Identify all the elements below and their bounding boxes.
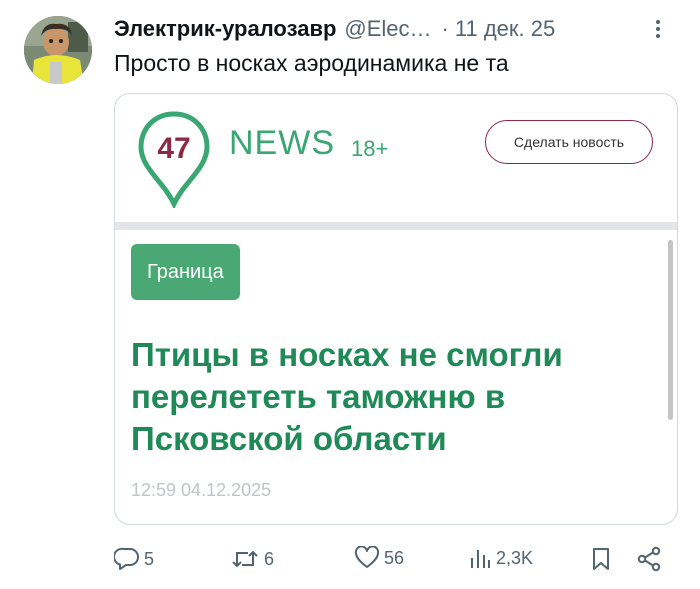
scrollbar[interactable] bbox=[668, 240, 673, 420]
views-button[interactable]: 2,3K bbox=[468, 546, 533, 570]
avatar[interactable] bbox=[24, 16, 92, 84]
logo-word: NEWS bbox=[229, 124, 335, 162]
views-icon bbox=[468, 546, 492, 570]
repost-icon bbox=[230, 546, 260, 572]
tweet-text: Просто в носках аэродинамика не та bbox=[114, 50, 509, 76]
like-icon bbox=[354, 546, 380, 570]
action-bar: 5 6 56 2,3K bbox=[114, 540, 674, 580]
share-button[interactable] bbox=[636, 546, 662, 572]
repost-button[interactable]: 6 bbox=[230, 546, 274, 572]
tweet-time[interactable]: 11 дек. 25 bbox=[455, 16, 555, 42]
reply-icon bbox=[114, 546, 140, 572]
reply-count: 5 bbox=[144, 548, 155, 569]
bookmark-button[interactable] bbox=[590, 546, 612, 572]
separator-dot: · bbox=[441, 16, 449, 41]
author-handle[interactable]: @Elec… bbox=[344, 16, 431, 42]
tweet-header: Электрик-уралозавр @Elec… · 11 дек. 25 bbox=[114, 14, 674, 44]
repost-count: 6 bbox=[264, 548, 275, 569]
news-datetime: 12:59 04.12.2025 bbox=[131, 480, 272, 500]
news-headline[interactable]: Птицы в носках не смогли перелететь тамо… bbox=[131, 334, 631, 460]
author-name[interactable]: Электрик-уралозавр bbox=[114, 16, 336, 42]
age-rating: 18+ bbox=[351, 136, 389, 161]
like-count: 56 bbox=[384, 547, 405, 568]
category-tag[interactable]: Граница bbox=[131, 244, 240, 300]
like-button[interactable]: 56 bbox=[354, 546, 404, 570]
more-icon[interactable] bbox=[648, 18, 668, 40]
card-divider bbox=[115, 222, 677, 230]
make-news-button[interactable]: Сделать новость bbox=[485, 120, 653, 164]
logo-number: 47 bbox=[157, 132, 190, 165]
views-count: 2,3K bbox=[496, 547, 534, 568]
47news-logo: 47 bbox=[137, 110, 211, 211]
reply-button[interactable]: 5 bbox=[114, 546, 154, 572]
link-card[interactable]: 47 NEWS 18+ Сделать новость Граница Птиц… bbox=[114, 93, 678, 525]
bookmark-icon bbox=[590, 546, 612, 572]
card-header: 47 NEWS 18+ Сделать новость bbox=[115, 94, 677, 222]
share-icon bbox=[636, 546, 662, 572]
